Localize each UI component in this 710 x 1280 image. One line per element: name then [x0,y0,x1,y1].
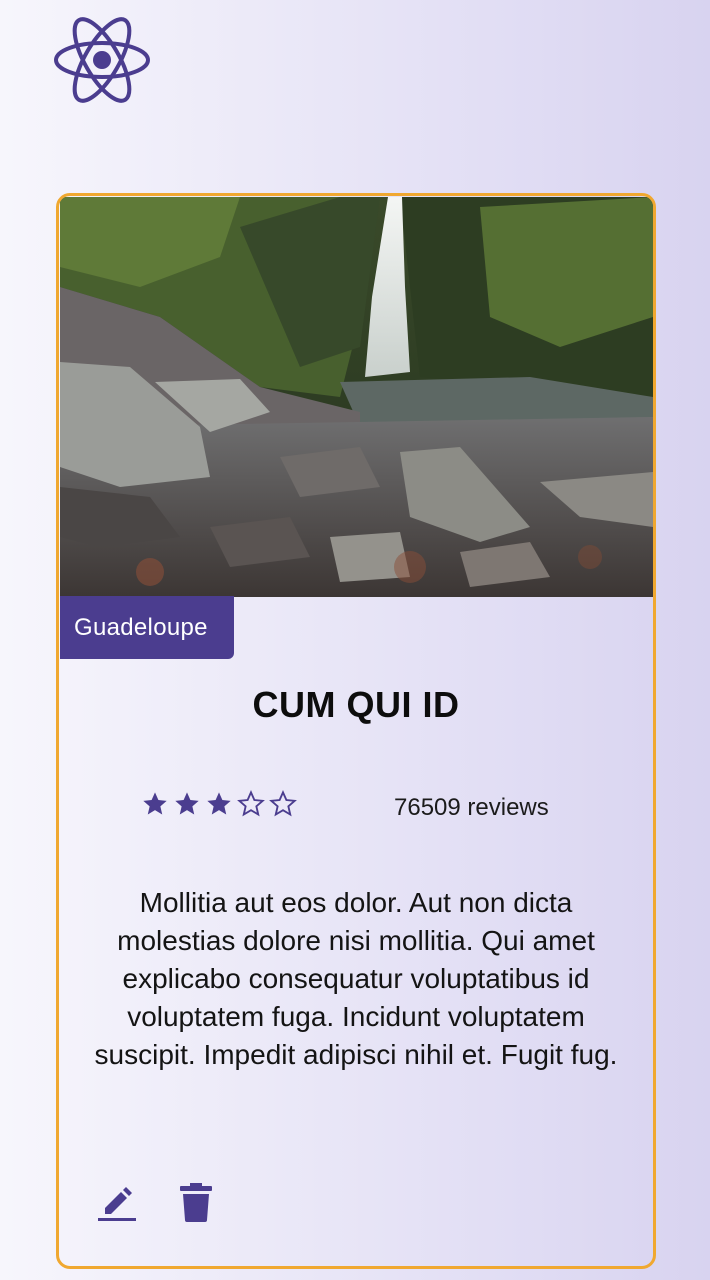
card-image [60,197,653,597]
star-filled-icon [207,792,231,815]
card-title: CUM QUI ID [252,684,460,725]
star-empty-icon [269,790,297,817]
react-logo-icon [54,17,150,103]
star-rating [141,790,297,820]
trash-icon[interactable] [174,1180,218,1224]
destination-card: Guadeloupe CUM QUI ID 76509 reviews Moll… [56,193,656,1269]
star-empty-icon [237,790,265,817]
star-filled-icon [175,792,199,815]
card-description: Mollitia aut eos dolor. Aut non dicta mo… [94,887,618,1070]
star-filled-icon [143,792,167,815]
location-tag: Guadeloupe [60,596,234,659]
pencil-icon[interactable] [95,1180,139,1224]
review-count: 76509 reviews [394,794,549,821]
